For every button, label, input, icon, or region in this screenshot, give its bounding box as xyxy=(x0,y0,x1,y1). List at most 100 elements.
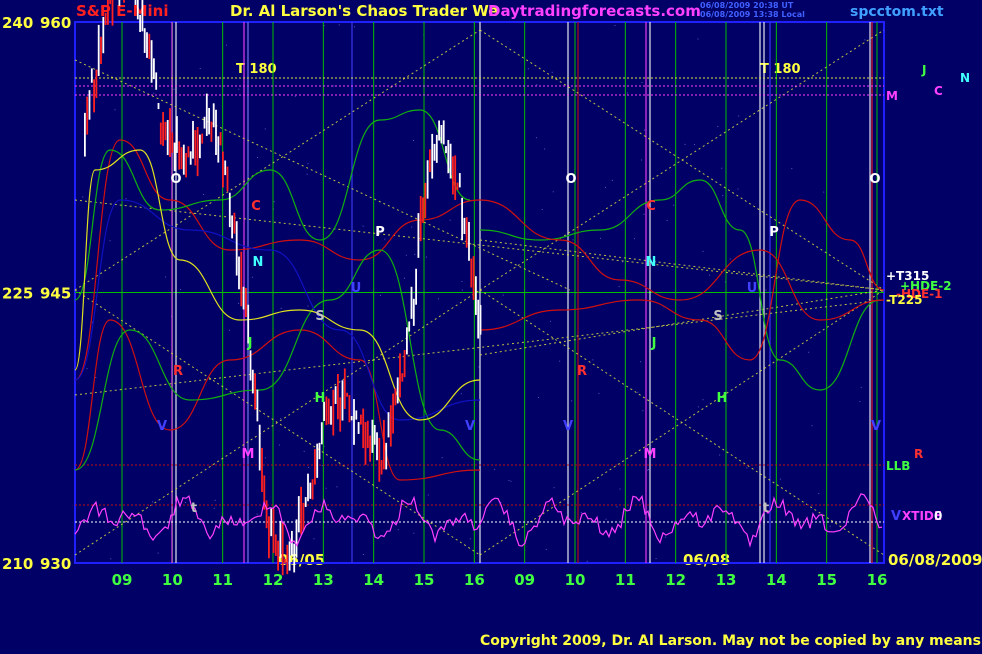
price-bar xyxy=(109,0,112,5)
right-label-t225: -T225 xyxy=(886,293,922,307)
price-bar xyxy=(431,133,434,179)
price-bar xyxy=(84,112,86,157)
star-dot xyxy=(618,286,620,288)
x-tick-label: 11 xyxy=(212,571,233,589)
price-bar xyxy=(219,132,222,146)
star-dot xyxy=(264,457,266,459)
price-bar xyxy=(95,69,98,98)
price-bar xyxy=(279,520,282,558)
star-dot xyxy=(238,88,240,90)
star-dot xyxy=(306,173,308,175)
planet-marker-o: O xyxy=(170,172,181,187)
price-bar xyxy=(238,256,240,290)
price-bar xyxy=(458,173,461,188)
right-label-n: N xyxy=(960,71,970,85)
star-dot xyxy=(536,84,538,86)
price-bar xyxy=(199,134,201,159)
planet-marker-h: H xyxy=(717,391,728,406)
price-bar xyxy=(426,160,429,199)
planet-marker-j: J xyxy=(651,336,657,351)
left-axis-price-label: 930 xyxy=(40,555,71,573)
planet-marker-p: P xyxy=(375,225,385,240)
price-bar xyxy=(224,160,227,176)
star-dot xyxy=(199,68,201,70)
filename: spcctom.txt xyxy=(850,4,944,20)
star-dot xyxy=(544,148,546,150)
price-bar xyxy=(357,422,360,434)
star-dot xyxy=(641,82,643,84)
planet-marker-n: N xyxy=(646,255,657,270)
price-bar xyxy=(185,152,187,178)
star-dot xyxy=(666,220,668,222)
star-dot xyxy=(673,204,675,206)
copyright: Copyright 2009, Dr. Al Larson. May not b… xyxy=(480,633,982,649)
site-link[interactable]: Daytradingforecasts.com xyxy=(488,2,701,20)
price-bar xyxy=(378,437,381,482)
timestamp-ut: 06/08/2009 20:38 UT xyxy=(700,1,794,10)
price-bar xyxy=(256,389,259,422)
planet-marker-s: S xyxy=(713,309,722,324)
price-bar xyxy=(350,416,353,421)
planet-marker-v: V xyxy=(157,419,167,434)
star-dot xyxy=(586,560,588,562)
star-dot xyxy=(114,109,116,111)
price-bar xyxy=(445,146,447,154)
star-dot xyxy=(622,261,624,263)
star-dot xyxy=(637,391,639,393)
star-dot xyxy=(580,511,582,513)
star-dot xyxy=(717,125,719,127)
price-bar xyxy=(401,373,404,382)
star-dot xyxy=(647,469,649,471)
star-dot xyxy=(414,253,416,255)
star-dot xyxy=(279,444,281,446)
star-dot xyxy=(550,320,552,322)
price-bar xyxy=(240,251,243,307)
title-center: Dr. Al Larson's Chaos Trader We xyxy=(230,2,498,20)
planet-marker-v: V xyxy=(891,509,901,524)
star-dot xyxy=(203,193,205,195)
price-bar xyxy=(274,534,277,556)
star-dot xyxy=(461,280,463,282)
star-dot xyxy=(702,399,704,401)
star-dot xyxy=(478,366,480,368)
price-bar xyxy=(203,116,206,129)
star-dot xyxy=(553,487,555,489)
price-bar xyxy=(337,373,339,420)
star-dot xyxy=(226,44,228,46)
price-bar xyxy=(136,0,139,20)
star-dot xyxy=(307,305,309,307)
planet-marker-h: H xyxy=(315,391,326,406)
price-bar xyxy=(164,121,167,141)
price-bar xyxy=(309,482,312,499)
price-bar xyxy=(392,393,394,434)
left-axis-outer-label: 240 xyxy=(2,14,33,32)
price-bar xyxy=(406,327,408,355)
star-dot xyxy=(179,289,181,291)
price-bar xyxy=(385,442,388,470)
price-bar xyxy=(235,221,238,276)
price-bar xyxy=(222,151,224,188)
star-dot xyxy=(702,250,704,252)
star-dot xyxy=(545,548,547,550)
x-tick-label: 12 xyxy=(665,571,686,589)
chart-svg: S&P E-Mini Dr. Al Larson's Chaos Trader … xyxy=(2,0,982,649)
star-dot xyxy=(640,361,642,363)
star-dot xyxy=(397,529,399,531)
planet-marker-t: t xyxy=(763,501,769,516)
star-dot xyxy=(469,538,471,540)
x-tick-label: 09 xyxy=(112,571,133,589)
price-bar xyxy=(284,558,286,564)
star-dot xyxy=(616,506,618,508)
price-bar xyxy=(166,119,169,156)
price-bar xyxy=(449,143,452,179)
price-bar xyxy=(242,286,245,310)
star-dot xyxy=(779,478,781,480)
right-label-c: C xyxy=(934,84,943,98)
price-bar xyxy=(468,221,470,261)
star-dot xyxy=(709,274,711,276)
red-envelope-right xyxy=(479,199,885,361)
star-dot xyxy=(280,418,282,420)
price-bar xyxy=(396,377,399,404)
planet-marker-c: C xyxy=(251,199,261,214)
price-bar xyxy=(408,321,411,332)
